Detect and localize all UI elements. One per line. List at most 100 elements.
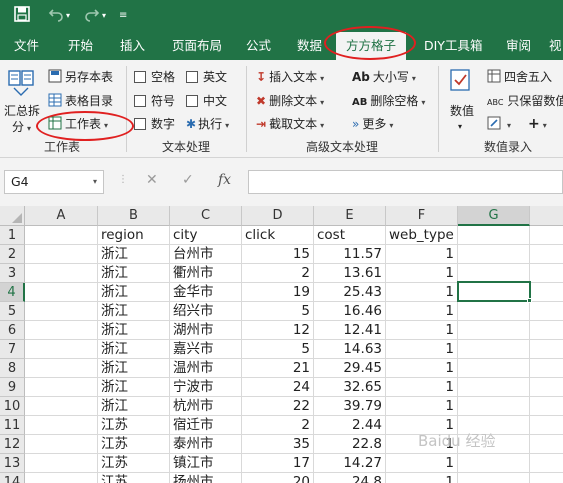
cell-e9[interactable]: 32.65 [314,378,386,397]
cell-g9[interactable] [458,378,530,397]
space-checkbox[interactable]: 空格 [134,68,175,86]
cell-g14[interactable] [458,473,530,483]
cell-f7[interactable]: 1 [386,340,458,359]
cell-f3[interactable]: 1 [386,264,458,283]
cell-g2[interactable] [458,245,530,264]
cell-b13[interactable]: 江苏 [98,454,170,473]
cell-c3[interactable]: 衢州市 [170,264,242,283]
cell-a13[interactable] [25,454,98,473]
cell-c9[interactable]: 宁波市 [170,378,242,397]
cell-g6[interactable] [458,321,530,340]
cell-e13[interactable]: 14.27 [314,454,386,473]
cell-a6[interactable] [25,321,98,340]
column-header-f[interactable]: F [386,206,458,226]
keep-value-button[interactable]: ABC 只保留数值 [487,92,563,112]
tab-view[interactable]: 视 [549,32,562,60]
row-header-7[interactable]: 7 [0,340,25,359]
tab-formulas[interactable]: 公式 [246,32,271,60]
cell-h13[interactable] [530,454,563,473]
row-header-13[interactable]: 13 [0,454,25,473]
cell-b4[interactable]: 浙江 [98,283,170,302]
cell-d12[interactable]: 35 [242,435,314,454]
cell-f8[interactable]: 1 [386,359,458,378]
cell-a8[interactable] [25,359,98,378]
column-header-d[interactable]: D [242,206,314,226]
cell-a11[interactable] [25,416,98,435]
cell-e10[interactable]: 39.79 [314,397,386,416]
cell-a5[interactable] [25,302,98,321]
undo-icon[interactable] [48,6,64,28]
row-header-8[interactable]: 8 [0,359,25,378]
row-header-14[interactable]: 14 [0,473,25,483]
round-button[interactable]: 四舍五入 [487,68,552,86]
redo-icon[interactable] [84,6,100,28]
plus-button[interactable]: + ▾ [528,115,547,135]
name-box[interactable]: G4 ▾ [4,170,104,194]
cell-b3[interactable]: 浙江 [98,264,170,283]
cell-b2[interactable]: 浙江 [98,245,170,264]
cell-a7[interactable] [25,340,98,359]
undo-dropdown-icon[interactable]: ▾ [66,6,70,26]
cell-a1[interactable] [25,226,98,245]
cell-c1[interactable]: city [170,226,242,245]
cell-h3[interactable] [530,264,563,283]
case-button[interactable]: Ab 大小写 ▾ [352,68,416,88]
cancel-icon[interactable]: ✕ [146,172,158,188]
cell-g5[interactable] [458,302,530,321]
tab-page-layout[interactable]: 页面布局 [172,32,222,60]
cell-h4[interactable] [530,283,563,302]
cell-c13[interactable]: 镇江市 [170,454,242,473]
column-header-h[interactable] [530,206,563,226]
cell-d2[interactable]: 15 [242,245,314,264]
cell-e1[interactable]: cost [314,226,386,245]
cell-f2[interactable]: 1 [386,245,458,264]
cell-d8[interactable]: 21 [242,359,314,378]
cell-f13[interactable]: 1 [386,454,458,473]
cell-c6[interactable]: 湖州市 [170,321,242,340]
fill-handle[interactable] [527,298,532,303]
cell-h7[interactable] [530,340,563,359]
cell-h6[interactable] [530,321,563,340]
cell-h5[interactable] [530,302,563,321]
cell-d11[interactable]: 2 [242,416,314,435]
cell-d1[interactable]: click [242,226,314,245]
cell-c8[interactable]: 温州市 [170,359,242,378]
cell-d13[interactable]: 17 [242,454,314,473]
cell-d3[interactable]: 2 [242,264,314,283]
cell-d14[interactable]: 20 [242,473,314,483]
row-header-11[interactable]: 11 [0,416,25,435]
row-header-5[interactable]: 5 [0,302,25,321]
cell-h1[interactable] [530,226,563,245]
cell-c4[interactable]: 金华市 [170,283,242,302]
cell-f1[interactable]: web_type [386,226,458,245]
edit-dropdown-button[interactable]: ▾ [487,115,511,135]
cell-h12[interactable] [530,435,563,454]
cell-g7[interactable] [458,340,530,359]
value-button[interactable] [448,68,474,103]
cell-e3[interactable]: 13.61 [314,264,386,283]
worksheet-button[interactable]: 工作表 ▾ [48,115,108,135]
cell-g1[interactable] [458,226,530,245]
cell-c12[interactable]: 泰州市 [170,435,242,454]
more-button[interactable]: » 更多 ▾ [352,115,393,135]
english-checkbox[interactable]: 英文 [186,68,227,86]
cell-e7[interactable]: 14.63 [314,340,386,359]
column-header-b[interactable]: B [98,206,170,226]
cell-a10[interactable] [25,397,98,416]
cell-b1[interactable]: region [98,226,170,245]
cell-e4[interactable]: 25.43 [314,283,386,302]
insert-function-icon[interactable]: fx [218,172,231,188]
column-header-g[interactable]: G [458,206,530,226]
cell-d6[interactable]: 12 [242,321,314,340]
cell-d10[interactable]: 22 [242,397,314,416]
cell-c5[interactable]: 绍兴市 [170,302,242,321]
cell-f4[interactable]: 1 [386,283,458,302]
symbol-checkbox[interactable]: 符号 [134,92,175,110]
column-header-c[interactable]: C [170,206,242,226]
cell-e2[interactable]: 11.57 [314,245,386,264]
cell-a3[interactable] [25,264,98,283]
tab-insert[interactable]: 插入 [120,32,145,60]
tab-file[interactable]: 文件 [14,32,39,60]
cell-e5[interactable]: 16.46 [314,302,386,321]
extract-text-button[interactable]: ⇥ 截取文本 ▾ [256,115,324,135]
